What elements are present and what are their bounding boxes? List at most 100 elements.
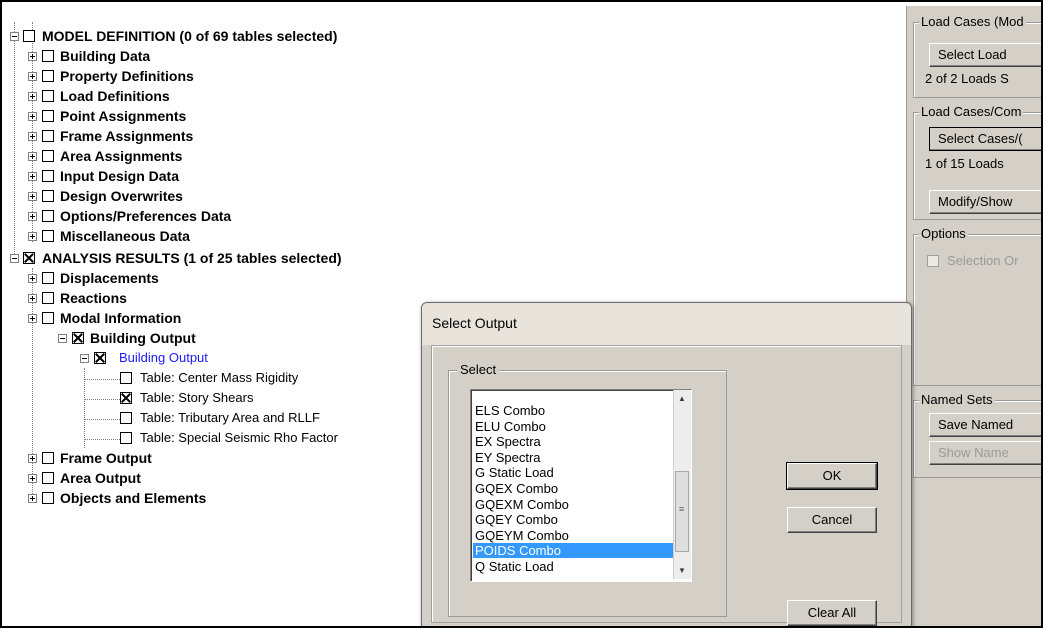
checkbox-icon[interactable] [42, 50, 54, 62]
right-options-panel: Load Cases (Mod Select Load 2 of 2 Loads… [907, 6, 1041, 626]
tree-node-label: Miscellaneous Data [60, 228, 190, 244]
list-item[interactable]: GQEX Combo [473, 481, 673, 496]
scroll-down-icon[interactable]: ▼ [674, 562, 691, 579]
tree-node-label: Objects and Elements [60, 490, 207, 506]
checkbox-icon[interactable] [42, 292, 54, 304]
tree-node-label: Point Assignments [60, 108, 187, 124]
tree-node-label: Area Output [60, 470, 141, 486]
tree-connector [84, 399, 120, 400]
checkbox-icon[interactable] [42, 312, 54, 324]
checkbox-icon[interactable] [42, 90, 54, 102]
checkbox-icon[interactable] [42, 130, 54, 142]
expand-icon[interactable] [28, 172, 37, 181]
tree-connector [84, 419, 120, 420]
tree-node-label: Reactions [60, 290, 127, 306]
tree-node-label: Building Data [60, 48, 151, 64]
listbox-scrollbar[interactable]: ▲ ≡ ▼ [673, 390, 691, 579]
checkbox-icon[interactable] [42, 272, 54, 284]
checkbox-icon[interactable] [42, 230, 54, 242]
expand-icon[interactable] [28, 212, 37, 221]
checked-checkbox-icon[interactable] [120, 392, 132, 404]
checkbox-icon[interactable] [42, 110, 54, 122]
list-item[interactable]: GQEYM Combo [473, 528, 673, 543]
group-title: Named Sets [919, 392, 995, 407]
expand-icon[interactable] [28, 494, 37, 503]
checkbox-icon[interactable] [42, 190, 54, 202]
tree-node-label: Options/Preferences Data [60, 208, 232, 224]
expand-icon[interactable] [28, 474, 37, 483]
checkbox-icon[interactable] [120, 432, 132, 444]
output-listbox[interactable]: ELS Combo ELU Combo EX Spectra EY Spectra G … [470, 389, 692, 582]
list-item[interactable]: POIDS Combo [473, 543, 673, 559]
expand-icon[interactable] [28, 112, 37, 121]
checkbox-icon[interactable] [120, 412, 132, 424]
loads-count-2: 1 of 15 Loads [925, 156, 1004, 171]
tree-node-label: ANALYSIS RESULTS (1 of 25 tables selecte… [42, 250, 342, 266]
select-load-button[interactable]: Select Load [929, 43, 1041, 67]
group-title: Load Cases/Com [919, 104, 1024, 119]
tree-node-label: Table: Tributary Area and RLLF [140, 410, 320, 425]
scrollbar-thumb[interactable]: ≡ [675, 471, 689, 552]
tree-node-label: Area Assignments [60, 148, 183, 164]
list-item[interactable]: G Static Load [473, 465, 673, 480]
collapse-icon[interactable] [58, 334, 67, 343]
database-tables-window: MODEL DEFINITION (0 of 69 tables selecte… [0, 0, 1043, 628]
cancel-button[interactable]: Cancel [787, 507, 877, 533]
expand-icon[interactable] [28, 92, 37, 101]
expand-icon[interactable] [28, 314, 37, 323]
tree-node-label: Frame Output [60, 450, 152, 466]
dialog-title-bar[interactable]: Select Output [422, 303, 911, 345]
list-item[interactable]: GQEXM Combo [473, 497, 673, 512]
expand-icon[interactable] [28, 274, 37, 283]
checkbox-icon[interactable] [42, 472, 54, 484]
expand-icon[interactable] [28, 192, 37, 201]
show-named-button[interactable]: Show Name [929, 441, 1041, 465]
checkbox-icon[interactable] [42, 170, 54, 182]
list-item[interactable]: EX Spectra [473, 434, 673, 449]
list-item[interactable]: GQEY Combo [473, 512, 673, 527]
checkbox-icon[interactable] [42, 492, 54, 504]
ok-button[interactable]: OK [786, 462, 878, 490]
select-cases-button[interactable]: Select Cases/( [929, 127, 1041, 151]
loads-count: 2 of 2 Loads S [925, 71, 1009, 86]
collapse-icon[interactable] [80, 354, 89, 363]
expand-icon[interactable] [28, 152, 37, 161]
checked-checkbox-icon[interactable] [72, 332, 84, 344]
list-item[interactable]: ELS Combo [473, 403, 673, 418]
checkbox-icon[interactable] [42, 150, 54, 162]
group-title: Load Cases (Mod [919, 14, 1026, 29]
collapse-icon[interactable] [10, 32, 19, 41]
dialog-title: Select Output [432, 315, 517, 331]
expand-icon[interactable] [28, 72, 37, 81]
selection-only-checkbox[interactable] [927, 255, 939, 267]
checkbox-icon[interactable] [42, 210, 54, 222]
expand-icon[interactable] [28, 294, 37, 303]
tree-connector [14, 22, 15, 254]
checked-checkbox-icon[interactable] [94, 352, 106, 364]
list-item[interactable]: Q Static Load [473, 559, 673, 574]
save-named-button[interactable]: Save Named [929, 413, 1041, 437]
checkbox-icon[interactable] [23, 30, 35, 42]
group-title: Options [919, 226, 968, 241]
tree-node-label: Table: Special Seismic Rho Factor [140, 430, 338, 445]
tree-node-label: Displacements [60, 270, 159, 286]
expand-icon[interactable] [28, 232, 37, 241]
expand-icon[interactable] [28, 132, 37, 141]
select-output-dialog: Select Output Select ELS Combo ELU Combo E… [421, 302, 912, 626]
select-group-title: Select [457, 362, 500, 377]
clear-all-button[interactable]: Clear All [787, 600, 877, 626]
tree-node-label: Modal Information [60, 310, 182, 326]
list-item[interactable]: EY Spectra [473, 450, 673, 465]
checked-checkbox-icon[interactable] [23, 252, 35, 264]
dialog-body: Select ELS Combo ELU Combo EX Spectra EY Sp… [431, 345, 902, 626]
checkbox-icon[interactable] [42, 452, 54, 464]
collapse-icon[interactable] [10, 254, 19, 263]
scroll-up-icon[interactable]: ▲ [674, 390, 691, 407]
tree-node-label: Property Definitions [60, 68, 194, 84]
modify-show-button[interactable]: Modify/Show [929, 190, 1041, 214]
expand-icon[interactable] [28, 52, 37, 61]
list-item[interactable]: ELU Combo [473, 419, 673, 434]
checkbox-icon[interactable] [42, 70, 54, 82]
expand-icon[interactable] [28, 454, 37, 463]
checkbox-icon[interactable] [120, 372, 132, 384]
